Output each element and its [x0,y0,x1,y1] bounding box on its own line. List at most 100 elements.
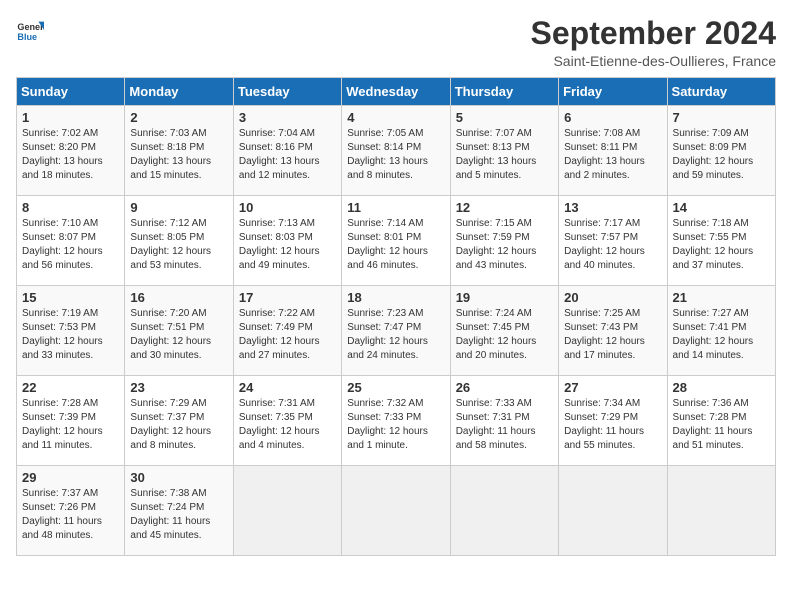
day-cell-7: 7 Sunrise: 7:09 AMSunset: 8:09 PMDaylight… [667,106,775,196]
col-wednesday: Wednesday [342,78,450,106]
day-cell-21: 21Sunrise: 7:27 AMSunset: 7:41 PMDayligh… [667,286,775,376]
day-info: Sunrise: 7:04 AMSunset: 8:16 PMDaylight:… [239,127,336,183]
day-number: 25 [347,380,444,395]
day-info: Sunrise: 7:17 AMSunset: 7:57 PMDaylight:… [564,217,661,273]
empty-cell [233,466,341,556]
day-info: Sunrise: 7:18 AMSunset: 7:55 PMDaylight:… [673,217,770,273]
day-number: 22 [22,380,119,395]
empty-cell [450,466,558,556]
day-cell-30: 30 Sunrise: 7:38 AMSunset: 7:24 PMDayligh… [125,466,233,556]
day-number: 9 [130,200,227,215]
col-monday: Monday [125,78,233,106]
week-row-4: 22 Sunrise: 7:28 AMSunset: 7:39 PMDayligh… [17,376,776,466]
day-number: 29 [22,470,119,485]
svg-text:Blue: Blue [17,32,37,42]
week-row-2: 8Sunrise: 7:10 AMSunset: 8:07 PMDaylight… [17,196,776,286]
day-cell-13: 13 Sunrise: 7:17 AMSunset: 7:57 PMDayligh… [559,196,667,286]
location-subtitle: Saint-Etienne-des-Oullieres, France [531,53,776,69]
day-cell-2: 2 Sunrise: 7:03 AMSunset: 8:18 PMDaylight… [125,106,233,196]
empty-cell [559,466,667,556]
day-cell-19: 19 Sunrise: 7:24 AMSunset: 7:45 PMDayligh… [450,286,558,376]
header-row: Sunday Monday Tuesday Wednesday Thursday… [17,78,776,106]
day-info: Sunrise: 7:25 AMSunset: 7:43 PMDaylight:… [564,307,661,363]
day-cell-18: 18 Sunrise: 7:23 AMSunset: 7:47 PMDayligh… [342,286,450,376]
day-cell-26: 26 Sunrise: 7:33 AMSunset: 7:31 PMDayligh… [450,376,558,466]
day-info: Sunrise: 7:33 AMSunset: 7:31 PMDaylight:… [456,397,553,453]
day-number: 12 [456,200,553,215]
page-header: General Blue September 2024 Saint-Etienn… [16,16,776,69]
day-cell-24: 24 Sunrise: 7:31 AMSunset: 7:35 PMDayligh… [233,376,341,466]
day-info: Sunrise: 7:05 AMSunset: 8:14 PMDaylight:… [347,127,444,183]
day-number: 26 [456,380,553,395]
day-number: 28 [673,380,770,395]
day-cell-15: 15Sunrise: 7:19 AMSunset: 7:53 PMDayligh… [17,286,125,376]
empty-cell [342,466,450,556]
col-sunday: Sunday [17,78,125,106]
day-info: Sunrise: 7:22 AMSunset: 7:49 PMDaylight:… [239,307,336,363]
day-info: Sunrise: 7:24 AMSunset: 7:45 PMDaylight:… [456,307,553,363]
day-number: 30 [130,470,227,485]
day-info: Sunrise: 7:03 AMSunset: 8:18 PMDaylight:… [130,127,227,183]
day-number: 3 [239,110,336,125]
day-number: 2 [130,110,227,125]
day-cell-14: 14 Sunrise: 7:18 AMSunset: 7:55 PMDayligh… [667,196,775,286]
logo: General Blue [16,16,44,44]
day-cell-4: 4 Sunrise: 7:05 AMSunset: 8:14 PMDaylight… [342,106,450,196]
day-number: 18 [347,290,444,305]
day-number: 11 [347,200,444,215]
col-thursday: Thursday [450,78,558,106]
day-info: Sunrise: 7:14 AMSunset: 8:01 PMDaylight:… [347,217,444,273]
day-cell-25: 25Sunrise: 7:32 AMSunset: 7:33 PMDayligh… [342,376,450,466]
day-number: 21 [673,290,770,305]
day-info: Sunrise: 7:36 AMSunset: 7:28 PMDaylight:… [673,397,770,453]
day-info: Sunrise: 7:08 AMSunset: 8:11 PMDaylight:… [564,127,661,183]
day-cell-1: 1 Sunrise: 7:02 AMSunset: 8:20 PMDaylight… [17,106,125,196]
day-number: 27 [564,380,661,395]
month-title: September 2024 [531,16,776,51]
day-number: 19 [456,290,553,305]
day-cell-22: 22 Sunrise: 7:28 AMSunset: 7:39 PMDayligh… [17,376,125,466]
calendar-table: Sunday Monday Tuesday Wednesday Thursday… [16,77,776,556]
day-cell-16: 16Sunrise: 7:20 AMSunset: 7:51 PMDayligh… [125,286,233,376]
day-cell-8: 8Sunrise: 7:10 AMSunset: 8:07 PMDaylight… [17,196,125,286]
day-cell-29: 29 Sunrise: 7:37 AMSunset: 7:26 PMDayligh… [17,466,125,556]
day-info: Sunrise: 7:12 AMSunset: 8:05 PMDaylight:… [130,217,227,273]
day-cell-17: 17 Sunrise: 7:22 AMSunset: 7:49 PMDayligh… [233,286,341,376]
day-cell-28: 28 Sunrise: 7:36 AMSunset: 7:28 PMDayligh… [667,376,775,466]
day-info: Sunrise: 7:09 AMSunset: 8:09 PMDaylight:… [673,127,770,183]
day-number: 6 [564,110,661,125]
day-cell-12: 12 Sunrise: 7:15 AMSunset: 7:59 PMDayligh… [450,196,558,286]
day-info: Sunrise: 7:38 AMSunset: 7:24 PMDaylight:… [130,487,227,543]
day-info: Sunrise: 7:02 AMSunset: 8:20 PMDaylight:… [22,127,119,183]
day-info: Sunrise: 7:34 AMSunset: 7:29 PMDaylight:… [564,397,661,453]
day-number: 1 [22,110,119,125]
day-number: 24 [239,380,336,395]
col-friday: Friday [559,78,667,106]
day-cell-23: 23 Sunrise: 7:29 AMSunset: 7:37 PMDayligh… [125,376,233,466]
day-number: 17 [239,290,336,305]
day-cell-3: 3 Sunrise: 7:04 AMSunset: 8:16 PMDaylight… [233,106,341,196]
day-number: 14 [673,200,770,215]
day-number: 13 [564,200,661,215]
day-info: Sunrise: 7:13 AMSunset: 8:03 PMDaylight:… [239,217,336,273]
logo-icon: General Blue [16,16,44,44]
day-info: Sunrise: 7:07 AMSunset: 8:13 PMDaylight:… [456,127,553,183]
day-info: Sunrise: 7:28 AMSunset: 7:39 PMDaylight:… [22,397,119,453]
day-info: Sunrise: 7:31 AMSunset: 7:35 PMDaylight:… [239,397,336,453]
day-number: 5 [456,110,553,125]
day-number: 20 [564,290,661,305]
day-cell-11: 11 Sunrise: 7:14 AMSunset: 8:01 PMDayligh… [342,196,450,286]
day-info: Sunrise: 7:37 AMSunset: 7:26 PMDaylight:… [22,487,119,543]
day-number: 4 [347,110,444,125]
day-number: 16 [130,290,227,305]
day-number: 8 [22,200,119,215]
day-info: Sunrise: 7:23 AMSunset: 7:47 PMDaylight:… [347,307,444,363]
day-number: 7 [673,110,770,125]
day-cell-9: 9 Sunrise: 7:12 AMSunset: 8:05 PMDaylight… [125,196,233,286]
week-row-3: 15Sunrise: 7:19 AMSunset: 7:53 PMDayligh… [17,286,776,376]
col-tuesday: Tuesday [233,78,341,106]
day-number: 23 [130,380,227,395]
day-cell-5: 5 Sunrise: 7:07 AMSunset: 8:13 PMDaylight… [450,106,558,196]
day-info: Sunrise: 7:29 AMSunset: 7:37 PMDaylight:… [130,397,227,453]
day-info: Sunrise: 7:15 AMSunset: 7:59 PMDaylight:… [456,217,553,273]
